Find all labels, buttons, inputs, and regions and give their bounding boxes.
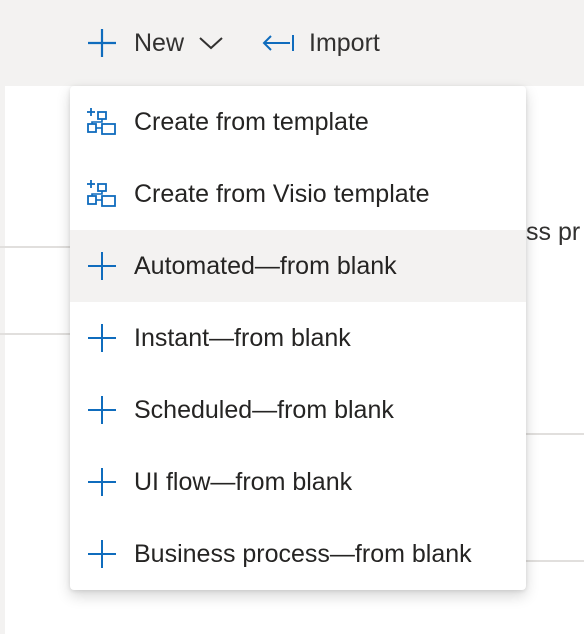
plus-icon bbox=[88, 396, 116, 424]
divider bbox=[0, 333, 70, 335]
menu-item-create-from-visio-template[interactable]: Create from Visio template bbox=[70, 158, 526, 230]
template-icon bbox=[87, 108, 116, 135]
import-button[interactable]: Import bbox=[261, 22, 380, 64]
menu-item-label: Create from Visio template bbox=[134, 179, 430, 208]
plus-icon bbox=[88, 468, 116, 496]
menu-item-label: Business process—from blank bbox=[134, 539, 472, 568]
new-button-label: New bbox=[134, 28, 185, 57]
plus-icon bbox=[88, 29, 116, 57]
menu-item-automated-from-blank[interactable]: Automated—from blank bbox=[70, 230, 526, 302]
plus-icon bbox=[88, 324, 116, 352]
background-card-title: ss pr bbox=[526, 218, 581, 246]
visio-template-icon bbox=[87, 180, 116, 207]
menu-item-label: Automated—from blank bbox=[134, 251, 397, 280]
menu-item-business-process-from-blank[interactable]: Business process—from blank bbox=[70, 518, 526, 590]
new-flow-menu: Create from template Create from Visio t… bbox=[70, 86, 526, 590]
import-button-label: Import bbox=[309, 28, 380, 57]
chevron-down-icon[interactable] bbox=[198, 35, 224, 51]
command-bar: New Import bbox=[0, 0, 584, 86]
import-arrow-icon bbox=[262, 35, 294, 51]
divider bbox=[526, 433, 584, 435]
menu-item-label: Scheduled—from blank bbox=[134, 395, 394, 424]
plus-icon bbox=[88, 540, 116, 568]
menu-item-label: Create from template bbox=[134, 107, 369, 136]
left-panel-edge bbox=[0, 86, 5, 634]
plus-icon bbox=[88, 252, 116, 280]
menu-item-label: Instant—from blank bbox=[134, 323, 351, 352]
divider bbox=[526, 560, 584, 562]
menu-item-instant-from-blank[interactable]: Instant—from blank bbox=[70, 302, 526, 374]
menu-item-scheduled-from-blank[interactable]: Scheduled—from blank bbox=[70, 374, 526, 446]
divider bbox=[0, 246, 70, 248]
menu-item-create-from-template[interactable]: Create from template bbox=[70, 86, 526, 158]
menu-item-ui-flow-from-blank[interactable]: UI flow—from blank bbox=[70, 446, 526, 518]
new-button[interactable]: New bbox=[86, 22, 224, 64]
menu-item-label: UI flow—from blank bbox=[134, 467, 353, 496]
